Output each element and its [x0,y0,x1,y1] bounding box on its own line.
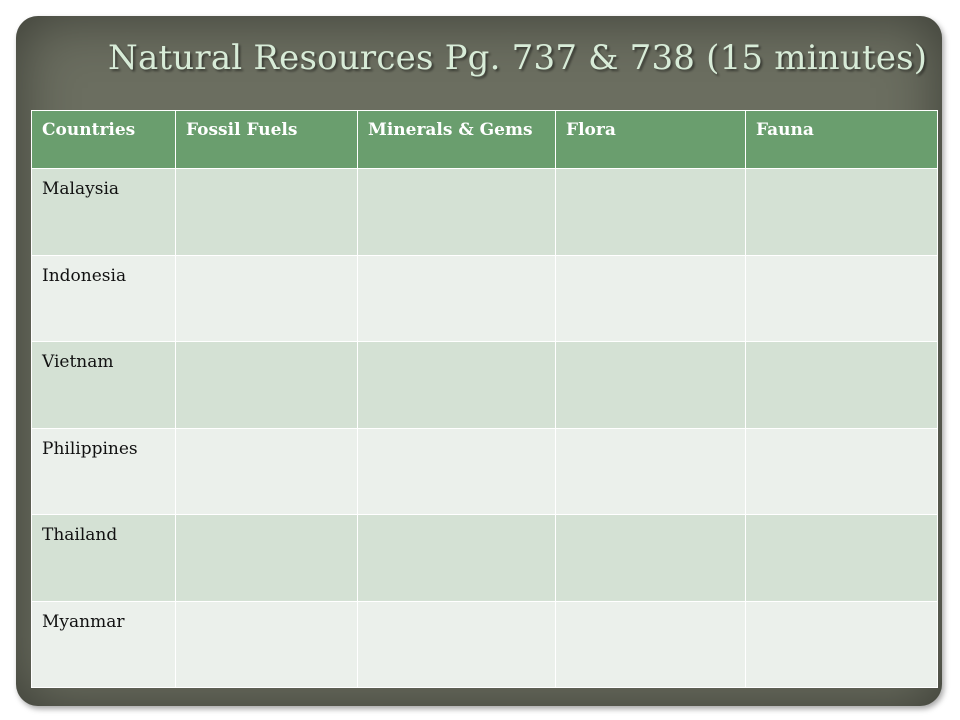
fossil-fuels-cell[interactable] [175,168,358,256]
table-row: Malaysia [31,168,938,256]
table-row: Philippines [31,427,938,515]
header-fossil-fuels: Fossil Fuels [175,110,358,169]
table-row: Indonesia [31,254,938,342]
country-cell: Myanmar [31,600,176,688]
header-flora: Flora [555,110,746,169]
header-fauna: Fauna [745,110,938,169]
flora-cell[interactable] [555,168,746,256]
minerals-gems-cell[interactable] [357,600,556,688]
slide-title: Natural Resources Pg. 737 & 738 (15 minu… [108,38,928,78]
header-countries: Countries [31,110,176,169]
minerals-gems-cell[interactable] [357,341,556,429]
fossil-fuels-cell[interactable] [175,427,358,515]
table-header-row: Countries Fossil Fuels Minerals & Gems F… [31,110,938,169]
table-row: Myanmar [31,600,938,688]
fauna-cell[interactable] [745,254,938,342]
country-cell: Vietnam [31,341,176,429]
resources-table-container: Countries Fossil Fuels Minerals & Gems F… [31,110,938,688]
fossil-fuels-cell[interactable] [175,254,358,342]
header-minerals-gems: Minerals & Gems [357,110,556,169]
fossil-fuels-cell[interactable] [175,600,358,688]
country-cell: Philippines [31,427,176,515]
table-row: Vietnam [31,341,938,429]
fauna-cell[interactable] [745,341,938,429]
country-cell: Malaysia [31,168,176,256]
flora-cell[interactable] [555,254,746,342]
table-row: Thailand [31,514,938,602]
country-cell: Thailand [31,514,176,602]
minerals-gems-cell[interactable] [357,168,556,256]
fauna-cell[interactable] [745,168,938,256]
minerals-gems-cell[interactable] [357,254,556,342]
minerals-gems-cell[interactable] [357,514,556,602]
fauna-cell[interactable] [745,600,938,688]
fauna-cell[interactable] [745,514,938,602]
fauna-cell[interactable] [745,427,938,515]
country-cell: Indonesia [31,254,176,342]
flora-cell[interactable] [555,341,746,429]
resources-table: Countries Fossil Fuels Minerals & Gems F… [31,110,938,688]
fossil-fuels-cell[interactable] [175,341,358,429]
flora-cell[interactable] [555,427,746,515]
fossil-fuels-cell[interactable] [175,514,358,602]
flora-cell[interactable] [555,514,746,602]
minerals-gems-cell[interactable] [357,427,556,515]
flora-cell[interactable] [555,600,746,688]
